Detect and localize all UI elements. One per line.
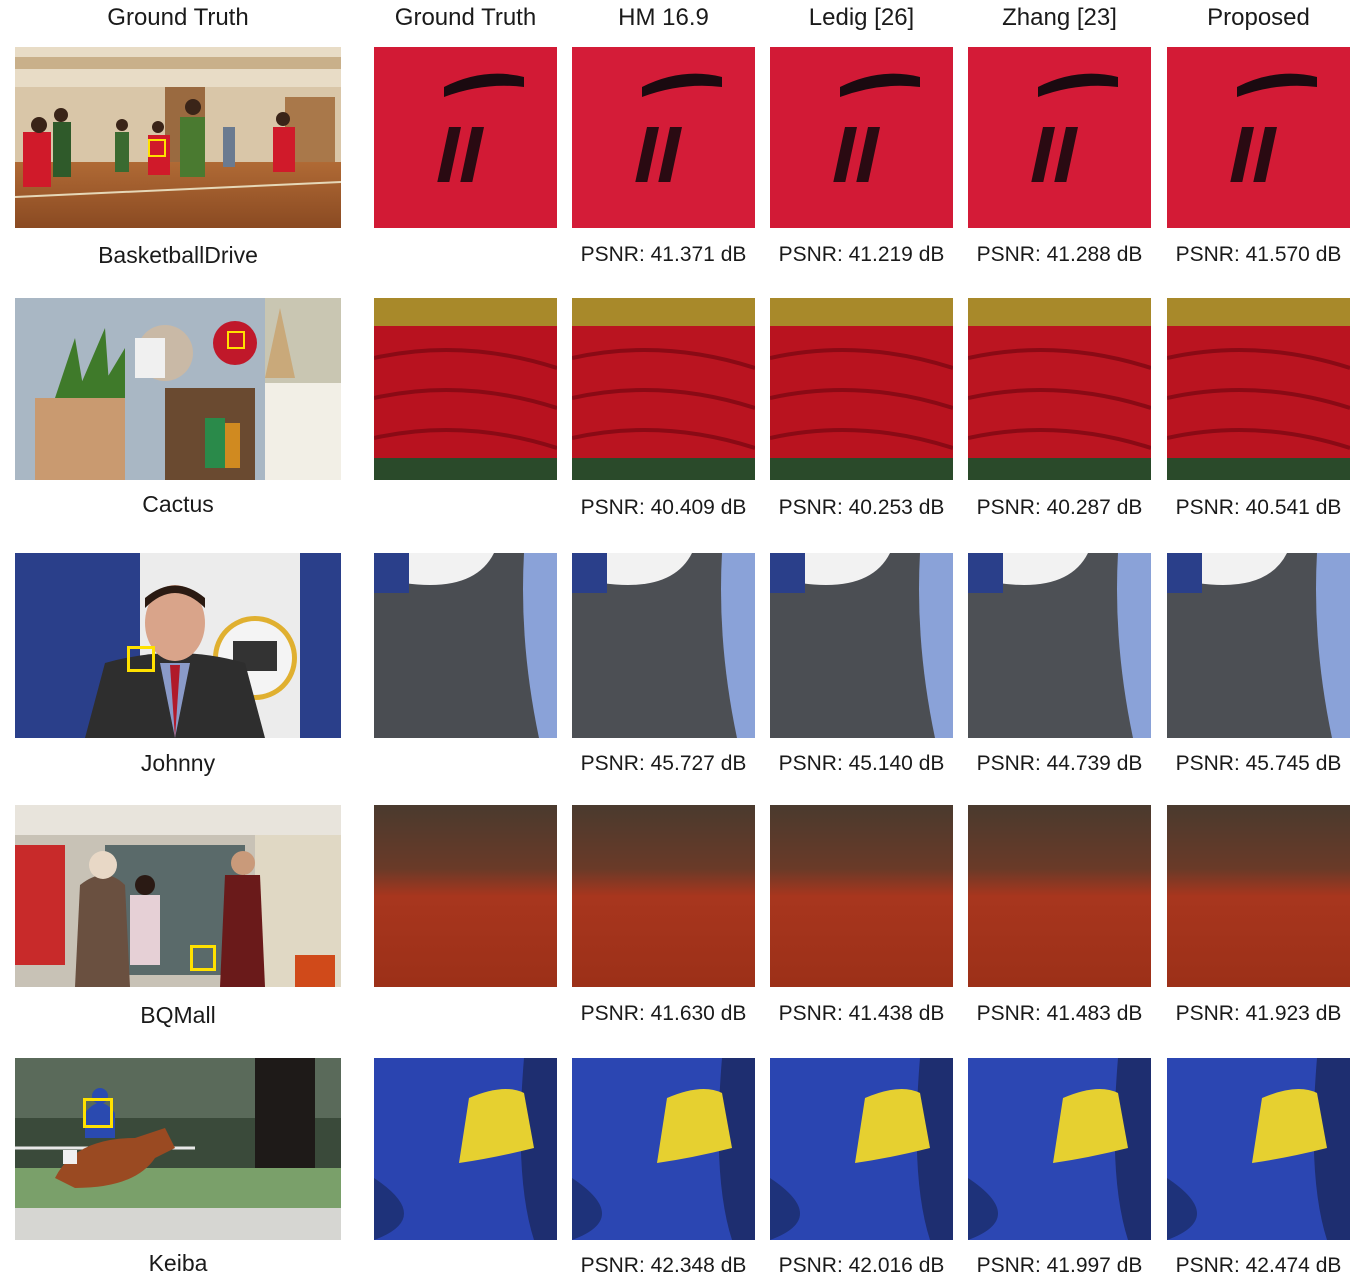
keiba-patch-ledig — [770, 1058, 953, 1240]
psnr-value: PSNR: 40.541 dB — [1175, 496, 1342, 519]
keiba-patch-hm — [572, 1058, 755, 1240]
keiba-patch-ground-truth — [374, 1058, 557, 1240]
psnr-value: PSNR: 45.745 dB — [1175, 752, 1342, 775]
psnr-value: PSNR: 45.727 dB — [580, 752, 747, 775]
highlight-box — [148, 139, 166, 157]
bqmall-patch-proposed — [1167, 805, 1350, 987]
basketball-patch-hm — [572, 47, 755, 228]
psnr-value: PSNR: 41.923 dB — [1175, 1002, 1342, 1025]
header-original: Ground Truth — [107, 4, 249, 31]
psnr-value: PSNR: 41.483 dB — [976, 1002, 1143, 1025]
bqmall-patch-hm — [572, 805, 755, 987]
johnny-patch-zhang — [968, 553, 1151, 738]
johnny-patch-ground-truth — [374, 553, 557, 738]
header-ground-truth: Ground Truth — [394, 4, 537, 31]
keiba-patch-zhang — [968, 1058, 1151, 1240]
psnr-value: PSNR: 41.288 dB — [976, 243, 1143, 266]
psnr-value: PSNR: 41.219 dB — [778, 243, 945, 266]
bqmall-patch-zhang — [968, 805, 1151, 987]
sequence-label: BQMall — [140, 1002, 216, 1028]
basketball-patch-ground-truth — [374, 47, 557, 228]
cactus-patch-proposed — [1167, 298, 1350, 480]
johnny-full-frame — [15, 553, 341, 738]
sequence-label: BasketballDrive — [98, 242, 258, 268]
highlight-box — [227, 331, 245, 349]
psnr-value: PSNR: 41.371 dB — [580, 243, 747, 266]
psnr-value: PSNR: 41.438 dB — [778, 1002, 945, 1025]
psnr-value: PSNR: 44.739 dB — [976, 752, 1143, 775]
bqmall-patch-ledig — [770, 805, 953, 987]
highlight-box — [127, 646, 155, 672]
keiba-patch-proposed — [1167, 1058, 1350, 1240]
johnny-patch-ledig — [770, 553, 953, 738]
cactus-patch-hm — [572, 298, 755, 480]
basketball-patch-proposed — [1167, 47, 1350, 228]
psnr-value: PSNR: 45.140 dB — [778, 752, 945, 775]
header-zhang: Zhang [23] — [1002, 4, 1117, 31]
psnr-value: PSNR: 41.630 dB — [580, 1002, 747, 1025]
psnr-value: PSNR: 40.287 dB — [976, 496, 1143, 519]
basketball-patch-ledig — [770, 47, 953, 228]
cactus-patch-zhang — [968, 298, 1151, 480]
psnr-value: PSNR: 42.348 dB — [580, 1254, 747, 1277]
psnr-value: PSNR: 42.474 dB — [1175, 1254, 1342, 1277]
basketball-patch-zhang — [968, 47, 1151, 228]
johnny-patch-hm — [572, 553, 755, 738]
psnr-value: PSNR: 40.409 dB — [580, 496, 747, 519]
bqmall-full-frame — [15, 805, 341, 987]
sequence-label: Cactus — [142, 491, 214, 517]
header-ledig: Ledig [26] — [808, 4, 915, 31]
bqmall-patch-ground-truth — [374, 805, 557, 987]
psnr-value: PSNR: 41.570 dB — [1175, 243, 1342, 266]
psnr-value: PSNR: 40.253 dB — [778, 496, 945, 519]
cactus-patch-ground-truth — [374, 298, 557, 480]
highlight-box — [83, 1098, 113, 1128]
cactus-full-frame — [15, 298, 341, 480]
highlight-box — [190, 945, 216, 971]
sequence-label: Johnny — [140, 750, 216, 776]
psnr-value: PSNR: 41.997 dB — [976, 1254, 1143, 1277]
sequence-label: Keiba — [148, 1250, 208, 1276]
psnr-value: PSNR: 42.016 dB — [778, 1254, 945, 1277]
johnny-patch-proposed — [1167, 553, 1350, 738]
basketball-full-frame — [15, 47, 341, 228]
header-proposed: Proposed — [1207, 4, 1310, 31]
cactus-patch-ledig — [770, 298, 953, 480]
header-hm: HM 16.9 — [618, 4, 709, 31]
keiba-full-frame — [15, 1058, 341, 1240]
